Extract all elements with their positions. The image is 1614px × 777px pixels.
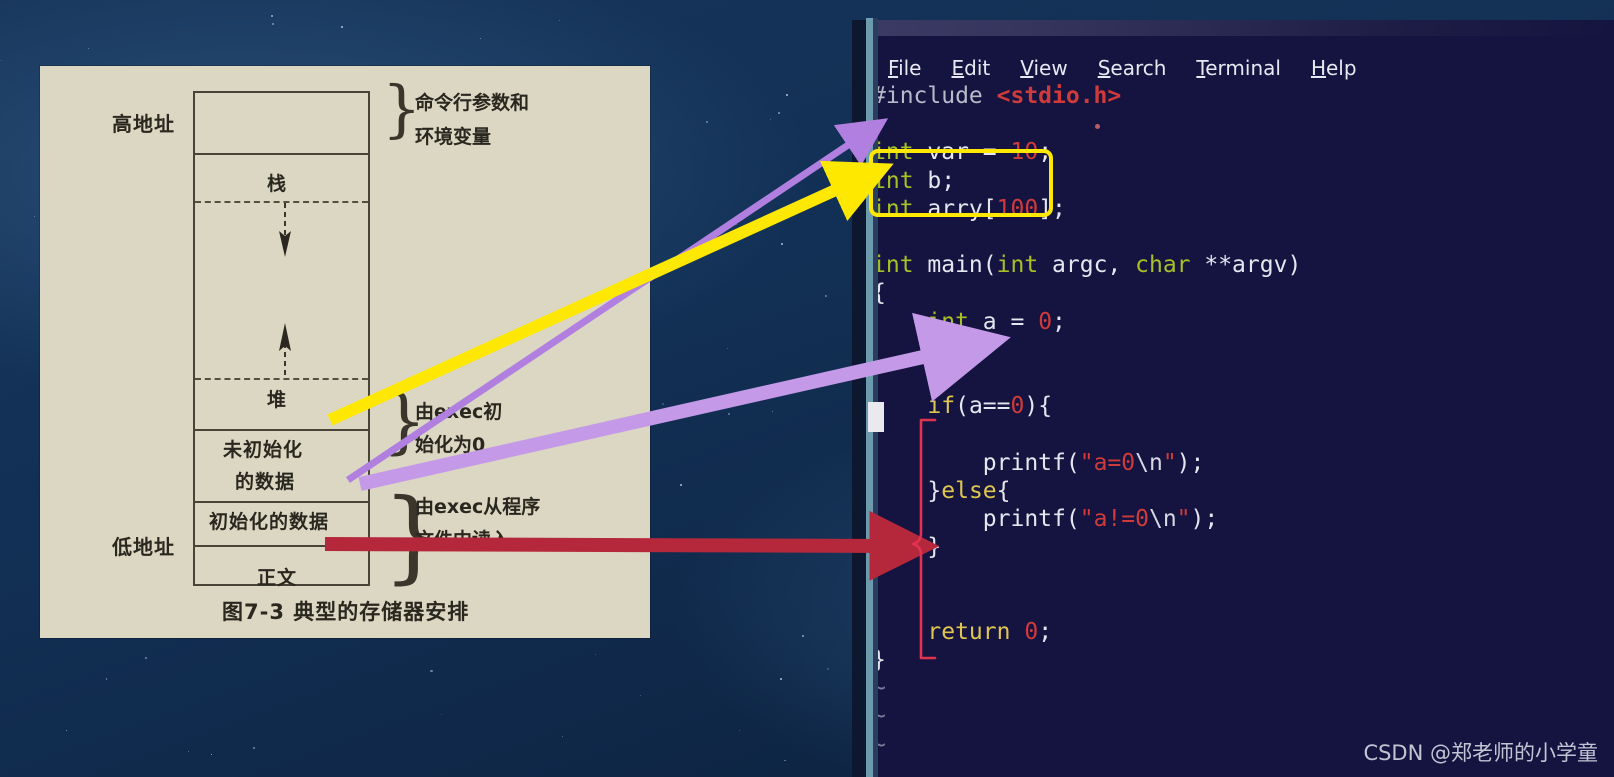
- segment-label-heap: 堆: [267, 389, 288, 411]
- code-kw-return: return: [927, 618, 1011, 645]
- code-literal-0-init: 0: [1038, 308, 1053, 335]
- text-cursor: [868, 402, 884, 432]
- code-kw-int-5: int: [927, 308, 969, 335]
- note-exec-zero-line2: 始化为0: [415, 434, 486, 456]
- heap-grow-up-arrow: [279, 323, 291, 379]
- terminal-window[interactable]: File Edit View Search Terminal Help #inc…: [878, 20, 1614, 777]
- code-include-header: <stdio.h>: [996, 83, 1122, 109]
- menu-item-terminal[interactable]: Terminal: [1196, 56, 1281, 80]
- menu-item-edit[interactable]: Edit: [951, 56, 990, 80]
- memory-column: 栈 堆 未初始化 的数据 初始化的数据 正文: [193, 91, 370, 589]
- code-literal-0-return: 0: [1024, 618, 1039, 645]
- code-kw-if: if: [927, 393, 956, 420]
- label-high-address: 高地址: [112, 112, 175, 136]
- segment-label-text: 正文: [257, 567, 298, 589]
- segment-label-stack: 栈: [267, 173, 288, 195]
- divider-heap-bss: [195, 429, 368, 431]
- code-kw-int-4: int: [878, 252, 914, 279]
- menu-item-file[interactable]: File: [888, 56, 921, 80]
- note-exec-file-line2: 文件中读入: [415, 529, 511, 551]
- cursor-dot-artifact: [1095, 124, 1100, 129]
- menu-item-view[interactable]: View: [1020, 56, 1067, 80]
- terminal-titlebar[interactable]: [878, 20, 1614, 36]
- note-exec-zero-line1: 由exec初: [415, 401, 503, 423]
- divider-bss-data: [195, 501, 368, 503]
- segment-label-initialized: 初始化的数据: [209, 511, 330, 533]
- note-exec-file-line1: 由exec从程序: [415, 496, 541, 518]
- csdn-watermark: CSDN @郑老师的小学童: [1363, 741, 1598, 765]
- menu-item-help[interactable]: Help: [1311, 56, 1357, 80]
- divider-args-stack: [195, 153, 368, 155]
- code-include-directive: #include: [878, 83, 997, 109]
- vim-empty-line-marker-3: ~: [878, 731, 886, 758]
- divider-data-text: [195, 545, 368, 547]
- menu-item-search[interactable]: Search: [1098, 56, 1167, 80]
- segment-label-uninitialized-1: 未初始化: [223, 439, 304, 461]
- terminal-menubar[interactable]: File Edit View Search Terminal Help: [888, 56, 1357, 80]
- vim-empty-line-marker-2: ~: [878, 703, 886, 730]
- vim-empty-line-marker-1: ~: [878, 675, 886, 702]
- stack-grow-down-arrow: [279, 203, 291, 257]
- terminal-window-left-edge: [866, 18, 873, 777]
- segment-label-uninitialized-2: 的数据: [235, 471, 296, 493]
- note-args-env-line1: 命令行参数和: [415, 92, 530, 114]
- note-args-env-line2: 环境变量: [415, 126, 492, 148]
- memory-layout-diagram: 栈 堆 未初始化 的数据 初始化的数据 正文 高地址 低地址}}} 命令行…: [40, 66, 650, 638]
- label-low-address: 低地址: [112, 535, 175, 559]
- yellow-highlight-box: [869, 149, 1053, 217]
- code-kw-else: else: [941, 477, 997, 504]
- diagram-caption: 图7-3 典型的存储器安排: [222, 600, 470, 624]
